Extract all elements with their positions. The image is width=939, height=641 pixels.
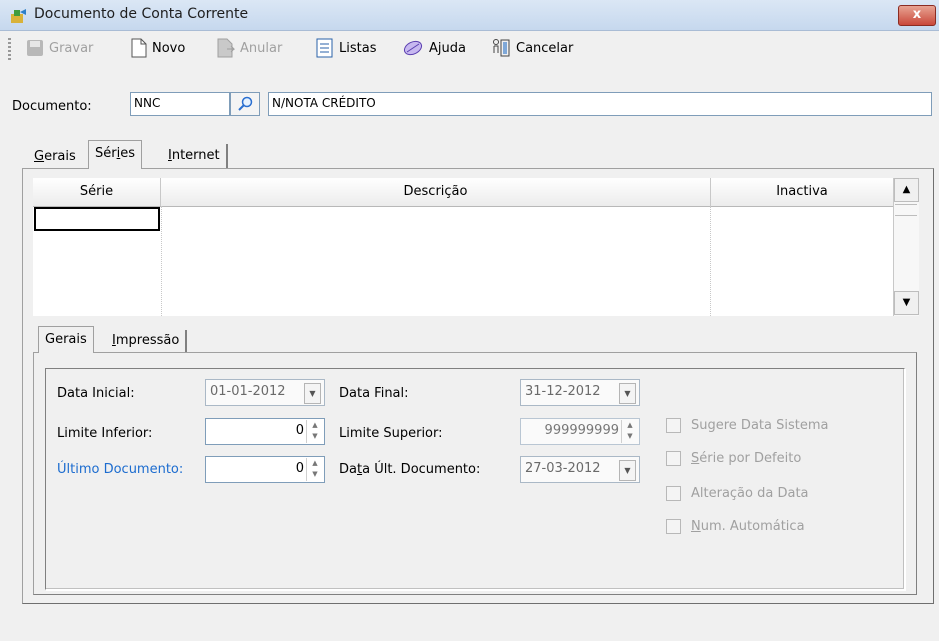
num-automatica-checkbox[interactable]: Num. Automática: [666, 519, 805, 534]
document-code-input[interactable]: NNC: [130, 92, 230, 116]
column-header-serie[interactable]: Série: [33, 178, 161, 206]
serie-por-defeito-checkbox[interactable]: Série por Defeito: [666, 451, 801, 466]
series-details-frame: [45, 368, 905, 590]
subtab-impressao[interactable]: Impressão: [106, 330, 188, 352]
ultimo-documento-link[interactable]: Último Documento:: [57, 462, 183, 477]
column-header-descricao[interactable]: Descrição: [161, 178, 711, 206]
checkbox-box[interactable]: [666, 451, 681, 466]
novo-button[interactable]: Novo: [131, 36, 185, 60]
grid-column-divider: [161, 206, 162, 316]
close-icon: x: [912, 7, 922, 22]
limite-inferior-stepper[interactable]: 0 ▲ ▼: [205, 418, 325, 445]
grid-header: Série Descrição Inactiva: [33, 178, 893, 207]
toolbar: Gravar Novo Anular Listas Ajuda Cancelar: [0, 32, 939, 64]
close-button[interactable]: x: [898, 5, 936, 26]
anular-button[interactable]: Anular: [217, 36, 282, 60]
data-ult-documento-field[interactable]: 27-03-2012 ▼: [520, 456, 640, 483]
grid-selected-cell[interactable]: [34, 207, 160, 231]
search-icon: [238, 96, 254, 115]
exit-door-icon: [491, 38, 511, 58]
limite-superior-stepper[interactable]: 999999999 ▲ ▼: [520, 418, 640, 445]
listas-button[interactable]: Listas: [316, 36, 376, 60]
document-label: Documento:: [12, 99, 92, 114]
checkbox-box[interactable]: [666, 418, 681, 433]
data-inicial-field[interactable]: 01-01-2012 ▼: [205, 379, 325, 406]
dropdown-arrow-icon[interactable]: ▼: [619, 383, 636, 404]
grid-scrollbar[interactable]: ▲ ▼: [893, 178, 919, 316]
data-inicial-label: Data Inicial:: [57, 386, 135, 401]
toolbar-grip[interactable]: [8, 38, 11, 60]
save-icon: [26, 39, 44, 57]
window-title: Documento de Conta Corrente: [34, 6, 249, 22]
ajuda-button[interactable]: Ajuda: [402, 36, 466, 60]
scroll-thumb[interactable]: [895, 204, 917, 216]
gravar-button[interactable]: Gravar: [26, 36, 93, 60]
help-icon: [402, 39, 424, 57]
data-ult-documento-label: Data Últ. Documento:: [339, 462, 481, 477]
column-header-inactiva[interactable]: Inactiva: [711, 178, 893, 206]
checkbox-box[interactable]: [666, 519, 681, 534]
sugere-data-sistema-checkbox[interactable]: Sugere Data Sistema: [666, 418, 828, 433]
stepper-arrows[interactable]: ▲ ▼: [306, 458, 323, 481]
limite-inferior-label: Limite Inferior:: [57, 426, 153, 441]
tab-internet[interactable]: Internet: [162, 144, 228, 168]
dropdown-arrow-icon[interactable]: ▼: [304, 383, 321, 404]
grid-column-divider: [710, 206, 711, 316]
cancelar-button[interactable]: Cancelar: [491, 36, 573, 60]
document-search-button[interactable]: [230, 92, 260, 116]
document-description-input[interactable]: N/NOTA CRÉDITO: [268, 92, 932, 116]
limite-superior-label: Limite Superior:: [339, 426, 443, 441]
stepper-arrows[interactable]: ▲ ▼: [306, 420, 323, 443]
app-icon: [10, 8, 26, 23]
data-final-label: Data Final:: [339, 386, 409, 401]
subtab-gerais[interactable]: Gerais: [38, 326, 94, 353]
checkbox-box[interactable]: [666, 486, 681, 501]
dropdown-arrow-icon[interactable]: ▼: [619, 460, 636, 481]
ultimo-documento-stepper[interactable]: 0 ▲ ▼: [205, 456, 325, 483]
list-icon: [316, 38, 334, 58]
stepper-arrows[interactable]: ▲ ▼: [621, 420, 638, 443]
tab-gerais[interactable]: Gerais: [28, 146, 82, 168]
scroll-down-button[interactable]: ▼: [894, 291, 919, 315]
data-final-field[interactable]: 31-12-2012 ▼: [520, 379, 640, 406]
new-document-icon: [131, 38, 147, 58]
alteracao-da-data-checkbox[interactable]: Alteração da Data: [666, 486, 809, 501]
cancel-document-icon: [217, 38, 235, 58]
tab-series[interactable]: Séries: [88, 140, 143, 169]
scroll-up-button[interactable]: ▲: [894, 178, 919, 202]
